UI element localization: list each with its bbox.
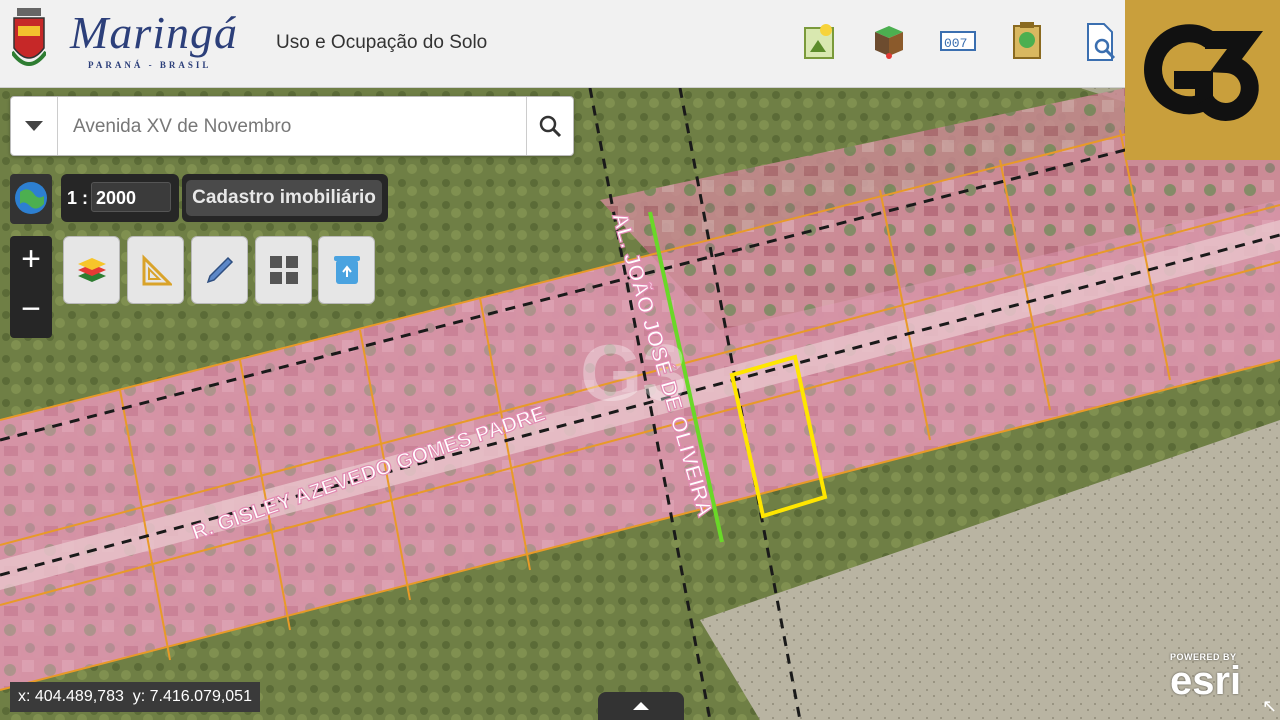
draw-button[interactable] [191, 236, 248, 304]
search-input[interactable] [71, 111, 515, 143]
search-button[interactable] [526, 97, 573, 155]
terrain-layer-icon[interactable] [871, 22, 907, 62]
city-crest-icon [12, 8, 46, 66]
page-title: Uso e Ocupação do Solo [276, 32, 488, 53]
coordinate-x: x: 404.489,783 [18, 688, 124, 705]
g3-logo [1125, 0, 1280, 160]
layer-select-label: Cadastro imobiliário [186, 180, 382, 216]
measure-button[interactable] [127, 236, 184, 304]
search-dropdown-button[interactable] [11, 97, 58, 155]
search-icon [539, 115, 562, 138]
coordinate-readout: x: 404.489,783 y: 7.416.079,051 [10, 682, 260, 712]
g3-logo-icon [1144, 24, 1263, 121]
pencil-icon [206, 256, 233, 284]
ruler-icon [142, 254, 172, 286]
logo-text: Maringá [70, 7, 238, 58]
grid-icon [269, 256, 298, 284]
header-bar: Maringá PARANÁ - BRASIL Uso e Ocupação d… [0, 0, 1280, 88]
search-document-icon[interactable] [1082, 22, 1118, 62]
zoom-out-button[interactable]: − [10, 286, 52, 336]
expand-arrow-icon[interactable]: ↖ [1262, 696, 1277, 717]
attribute-panel-toggle[interactable] [598, 692, 684, 720]
chevron-up-icon [633, 702, 649, 710]
esri-attribution: POWERED BY esri [1170, 652, 1242, 703]
search-box [10, 96, 574, 156]
svg-text:007: 007 [944, 36, 967, 51]
layers-icon [77, 258, 106, 282]
chevron-down-icon [25, 121, 43, 131]
coordinate-y: y: 7.416.079,051 [132, 688, 252, 705]
globe-icon [15, 182, 47, 214]
clear-button[interactable] [318, 236, 375, 304]
basemap-button[interactable] [10, 174, 52, 224]
recycle-bin-icon [333, 256, 360, 284]
scale-prefix: 1 : [67, 188, 89, 208]
zoom-control: + − [10, 236, 52, 338]
zoom-in-button[interactable]: + [10, 236, 52, 286]
grid-button[interactable] [255, 236, 312, 304]
logo-subtitle: PARANÁ - BRASIL [88, 60, 212, 70]
layers-button[interactable] [63, 236, 120, 304]
layer-select[interactable]: Cadastro imobiliário [182, 174, 388, 222]
map-legend-icon[interactable] [802, 22, 838, 62]
document-icon[interactable] [1010, 22, 1046, 62]
scale-control: 1 : 2000 [61, 174, 179, 222]
esri-logo: esri [1170, 659, 1242, 703]
scale-value[interactable]: 2000 [91, 182, 171, 212]
counter-icon[interactable]: 007 [940, 22, 976, 62]
